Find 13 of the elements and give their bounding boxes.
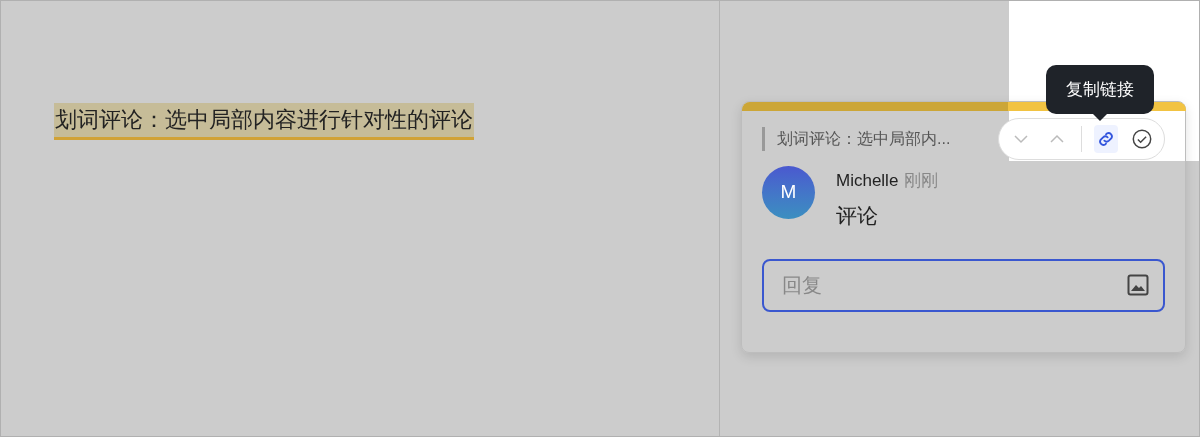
highlighted-text: 划词评论：选中局部内容进行针对性的评论 <box>54 103 474 140</box>
link-icon <box>1096 129 1116 149</box>
avatar: M <box>762 166 815 219</box>
comment-time: 刚刚 <box>904 170 939 192</box>
reply-field[interactable]: 回复 <box>762 259 1165 312</box>
author-name: Michelle <box>836 170 899 192</box>
quoted-text: 划词评论：选中局部内... <box>777 129 951 149</box>
tooltip: 复制链接 <box>1045 64 1154 121</box>
copy-link-button[interactable] <box>1094 125 1118 153</box>
quote-bar <box>762 127 765 151</box>
check-circle-icon <box>1131 128 1153 150</box>
image-icon[interactable] <box>1127 274 1149 296</box>
comment-text: 评论 <box>836 202 879 229</box>
